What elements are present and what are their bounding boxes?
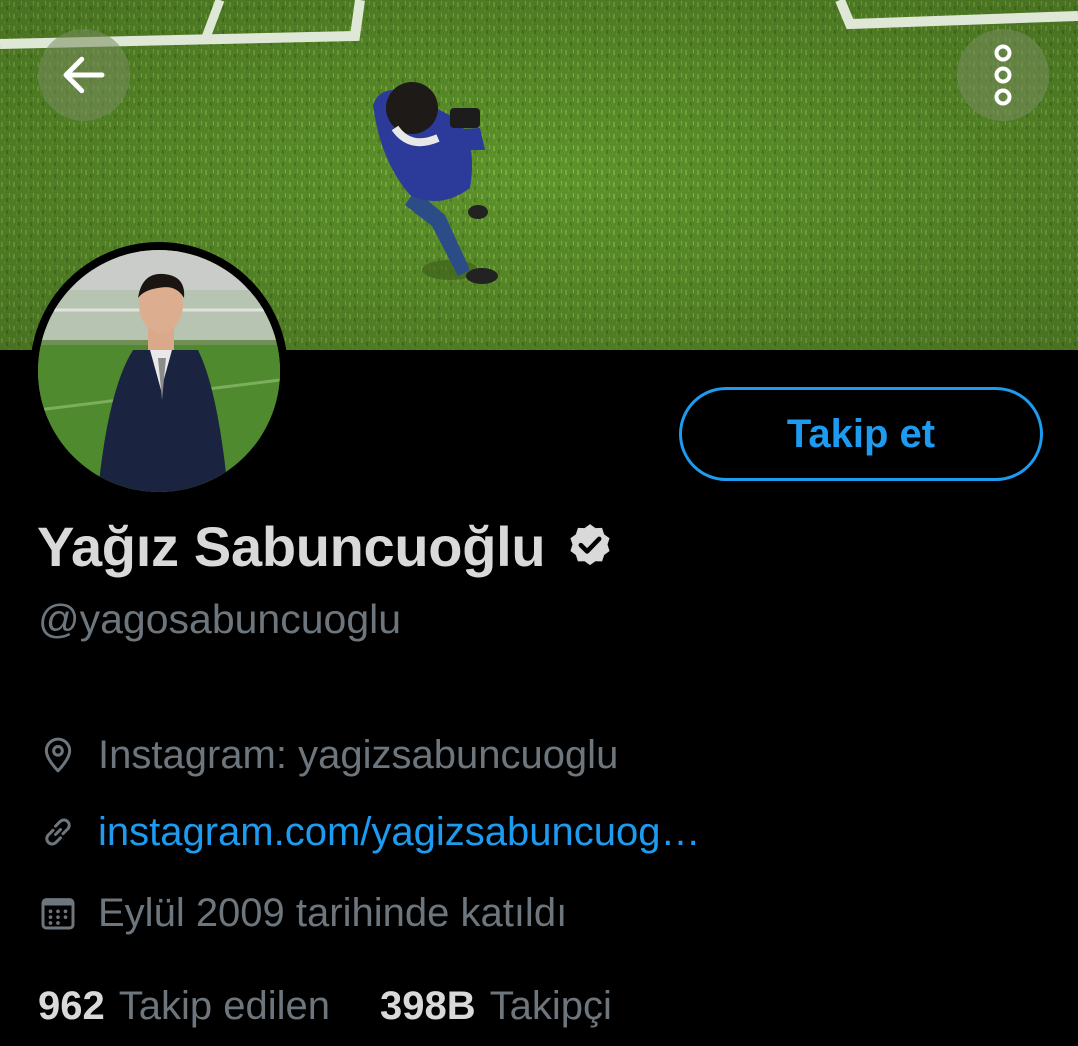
joined-date-text: Eylül 2009 tarihinde katıldı xyxy=(98,890,568,935)
followers-label: Takipçi xyxy=(489,983,612,1028)
name-row: Yağız Sabuncuoğlu xyxy=(37,508,615,584)
display-name: Yağız Sabuncuoğlu xyxy=(37,514,546,578)
website-link[interactable]: instagram.com/yagizsabuncuog… xyxy=(98,810,701,855)
followers-stat[interactable]: 398B Takipçi xyxy=(380,984,612,1029)
verified-badge-icon[interactable] xyxy=(565,521,615,571)
back-button[interactable] xyxy=(38,29,130,121)
user-handle: @yagosabuncuoglu xyxy=(38,596,402,642)
following-label: Takip edilen xyxy=(118,983,330,1028)
location-row: Instagram: yagizsabuncuoglu xyxy=(38,727,618,783)
following-count: 962 xyxy=(38,983,105,1028)
followers-count: 398B xyxy=(380,983,476,1028)
following-stat[interactable]: 962 Takip edilen xyxy=(38,984,330,1029)
website-row: instagram.com/yagizsabuncuog… xyxy=(38,804,701,860)
location-pin-icon xyxy=(38,735,78,775)
link-icon xyxy=(38,812,78,852)
more-options-button[interactable] xyxy=(957,29,1049,121)
avatar-image xyxy=(38,250,280,492)
follow-stats: 962 Takip edilen 398B Takipçi xyxy=(38,978,612,1034)
arrow-left-icon xyxy=(63,56,105,94)
follow-button[interactable]: Takip et xyxy=(679,387,1043,481)
joined-date-row: Eylül 2009 tarihinde katıldı xyxy=(38,885,567,941)
calendar-icon xyxy=(38,893,78,933)
location-text: Instagram: yagizsabuncuoglu xyxy=(98,732,619,777)
profile-avatar[interactable] xyxy=(30,242,288,500)
more-vertical-icon xyxy=(994,44,1012,106)
